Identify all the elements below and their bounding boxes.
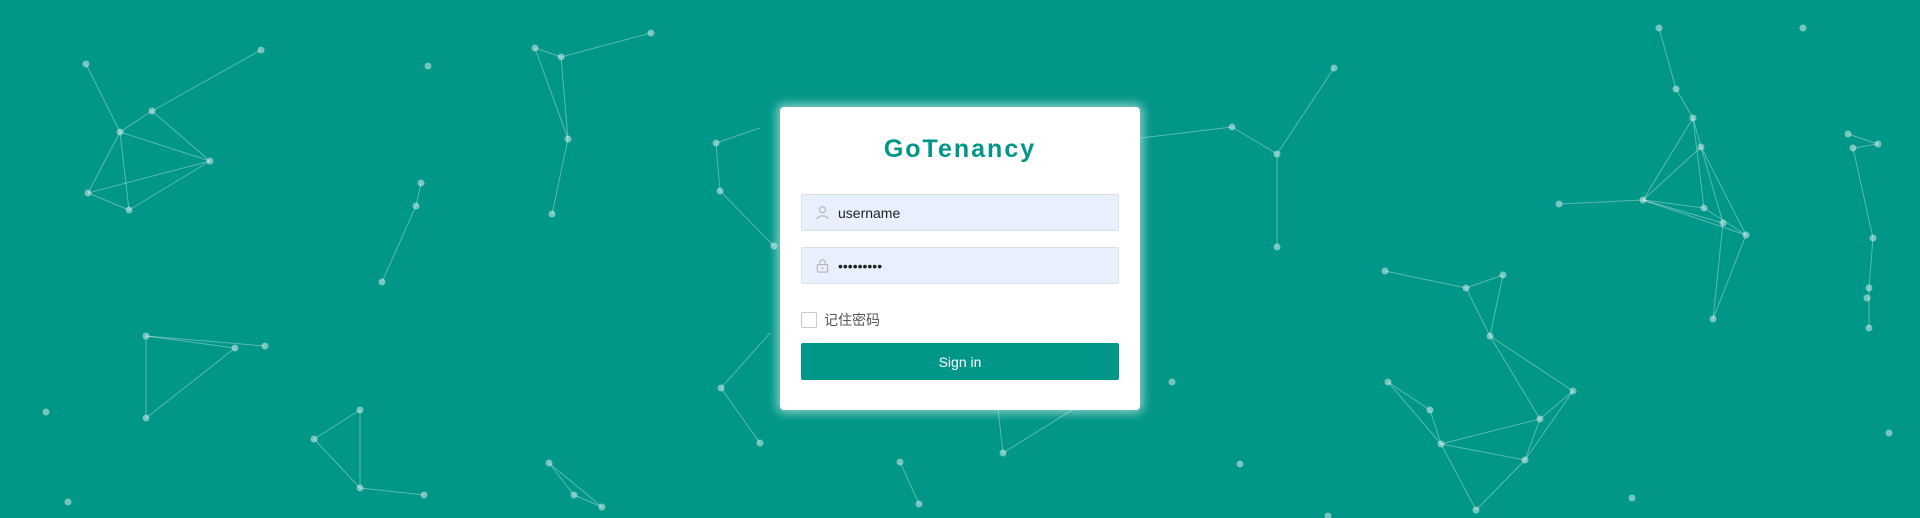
brand-title: GoTenancy bbox=[883, 135, 1037, 163]
login-card: GoTenancy 记住密码 Sign in bbox=[780, 107, 1140, 410]
user-icon bbox=[816, 206, 829, 220]
username-input[interactable] bbox=[838, 195, 1108, 230]
password-input[interactable] bbox=[838, 248, 1108, 283]
password-field[interactable] bbox=[801, 247, 1119, 284]
sign-in-button[interactable]: Sign in bbox=[801, 343, 1119, 380]
lock-icon bbox=[816, 259, 829, 273]
username-field[interactable] bbox=[801, 194, 1119, 231]
remember-password[interactable]: 记住密码 bbox=[801, 310, 880, 330]
remember-label: 记住密码 bbox=[824, 313, 880, 329]
remember-checkbox[interactable] bbox=[801, 312, 817, 328]
